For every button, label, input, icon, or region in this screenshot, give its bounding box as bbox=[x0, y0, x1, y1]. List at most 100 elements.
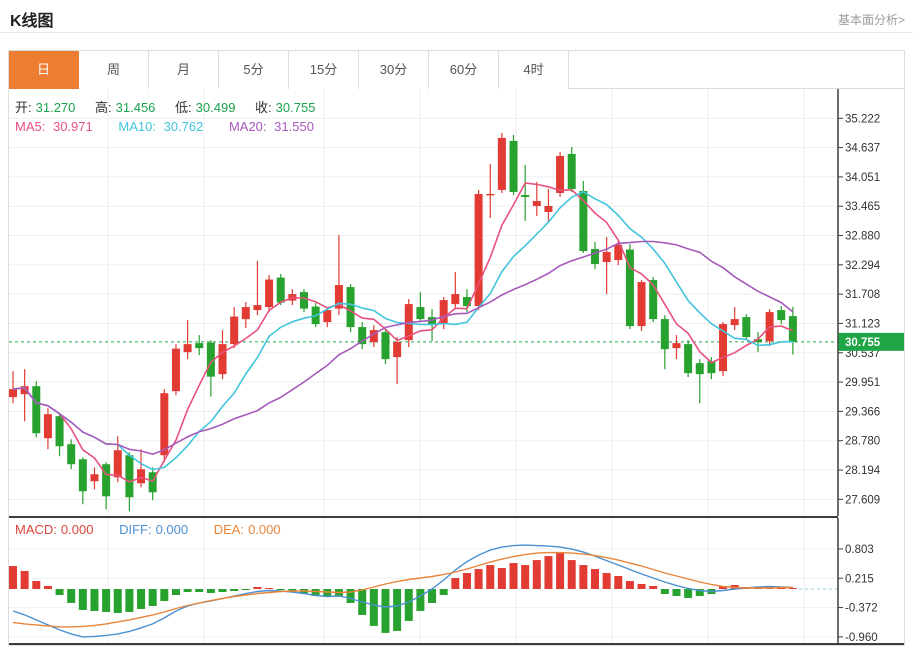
svg-text:0.803: 0.803 bbox=[845, 544, 874, 556]
candle-body bbox=[568, 154, 576, 189]
candle-body bbox=[381, 332, 389, 359]
candle-body bbox=[172, 349, 180, 392]
macd-bar bbox=[230, 589, 238, 591]
candle-body bbox=[277, 278, 285, 303]
candle-body bbox=[32, 386, 40, 433]
macd-bar bbox=[253, 587, 261, 589]
macd-gridlines bbox=[9, 518, 838, 643]
macd-bar bbox=[463, 573, 471, 589]
macd-bar bbox=[556, 553, 564, 589]
candle-body bbox=[603, 252, 611, 262]
candle-body bbox=[638, 282, 646, 326]
candles-group bbox=[9, 133, 797, 511]
macd-bar bbox=[32, 581, 40, 589]
candle-body bbox=[195, 343, 203, 348]
page-title: K线图 bbox=[10, 7, 54, 31]
svg-text:-0.960: -0.960 bbox=[845, 632, 878, 643]
candle-body bbox=[672, 343, 680, 348]
candle-body bbox=[102, 464, 110, 496]
svg-text:28.780: 28.780 bbox=[845, 436, 880, 448]
candle-body bbox=[219, 344, 227, 374]
macd-bar bbox=[9, 566, 17, 589]
tab-month[interactable]: 月 bbox=[149, 51, 219, 89]
macd-bar bbox=[672, 589, 680, 596]
candle-body bbox=[67, 444, 75, 464]
svg-text:34.051: 34.051 bbox=[845, 172, 880, 184]
macd-bar bbox=[207, 589, 215, 593]
candle-body bbox=[9, 389, 17, 397]
tab-week[interactable]: 周 bbox=[79, 51, 149, 89]
macd-bar bbox=[79, 589, 87, 610]
candle-body bbox=[696, 363, 704, 374]
macd-bar bbox=[114, 589, 122, 613]
candle-body bbox=[242, 307, 250, 319]
macd-bar bbox=[521, 565, 529, 589]
macd-bar bbox=[451, 578, 459, 589]
candle-body bbox=[90, 474, 98, 481]
macd-bar bbox=[90, 589, 98, 611]
candle-body bbox=[184, 344, 192, 352]
macd-bar bbox=[533, 560, 541, 589]
macd-bar bbox=[172, 589, 180, 595]
candle-body bbox=[731, 319, 739, 325]
candle-body bbox=[265, 280, 273, 308]
ma10-line bbox=[13, 192, 793, 470]
macd-bar bbox=[67, 589, 75, 603]
macd-bar bbox=[661, 589, 669, 594]
macd-bar bbox=[579, 565, 587, 589]
svg-text:33.465: 33.465 bbox=[845, 201, 880, 213]
svg-text:29.951: 29.951 bbox=[845, 377, 880, 389]
macd-chart[interactable]: 0.803 0.215 -0.372 -0.960 bbox=[9, 518, 904, 643]
candle-body bbox=[544, 206, 552, 212]
macd-bar bbox=[265, 588, 273, 589]
macd-bar bbox=[56, 589, 64, 595]
macd-bar bbox=[649, 586, 657, 589]
macd-bar bbox=[44, 586, 52, 589]
macd-bar bbox=[160, 589, 168, 601]
candle-body bbox=[533, 201, 541, 206]
price-axis: 35.22234.63734.05133.46532.88032.29431.7… bbox=[838, 113, 881, 506]
chart-bottom-border bbox=[9, 643, 904, 645]
kline-chart[interactable]: 35.22234.63734.05133.46532.88032.29431.7… bbox=[9, 89, 904, 516]
macd-bar bbox=[638, 584, 646, 589]
macd-bar bbox=[195, 589, 203, 592]
svg-text:29.366: 29.366 bbox=[845, 406, 880, 418]
tab-60min[interactable]: 60分 bbox=[429, 51, 499, 89]
tab-30min[interactable]: 30分 bbox=[359, 51, 429, 89]
macd-bar bbox=[277, 589, 285, 590]
candle-body bbox=[137, 469, 145, 483]
macd-bar bbox=[591, 569, 599, 589]
svg-text:30.755: 30.755 bbox=[845, 337, 881, 349]
macd-bar bbox=[603, 573, 611, 589]
svg-text:31.708: 31.708 bbox=[845, 289, 880, 301]
svg-text:32.880: 32.880 bbox=[845, 231, 880, 243]
candle-body bbox=[486, 194, 494, 195]
svg-text:0.215: 0.215 bbox=[845, 573, 874, 585]
tab-5min[interactable]: 5分 bbox=[219, 51, 289, 89]
svg-text:34.637: 34.637 bbox=[845, 143, 880, 155]
period-tabbar: 日 周 月 5分 15分 30分 60分 4时 bbox=[9, 51, 904, 89]
candle-body bbox=[79, 459, 87, 491]
tab-15min[interactable]: 15分 bbox=[289, 51, 359, 89]
tab-4hour[interactable]: 4时 bbox=[499, 51, 569, 89]
svg-text:-0.372: -0.372 bbox=[845, 603, 878, 615]
candle-body bbox=[347, 287, 355, 327]
tab-day[interactable]: 日 bbox=[9, 51, 79, 89]
svg-text:32.294: 32.294 bbox=[845, 260, 881, 272]
candle-body bbox=[498, 138, 506, 190]
candle-body bbox=[684, 344, 692, 373]
svg-text:28.194: 28.194 bbox=[845, 465, 881, 477]
macd-bar bbox=[626, 581, 634, 589]
macd-bar bbox=[393, 589, 401, 631]
macd-bar bbox=[475, 569, 483, 589]
candle-body bbox=[661, 319, 669, 349]
macd-bar bbox=[370, 589, 378, 626]
candle-body bbox=[777, 310, 785, 320]
macd-bar bbox=[184, 589, 192, 592]
macd-bar bbox=[242, 589, 250, 590]
candle-body bbox=[44, 414, 52, 438]
fundamental-analysis-link[interactable]: 基本面分析> bbox=[838, 11, 905, 28]
candle-body bbox=[253, 305, 261, 310]
candle-body bbox=[323, 310, 331, 322]
macd-bar bbox=[568, 560, 576, 589]
